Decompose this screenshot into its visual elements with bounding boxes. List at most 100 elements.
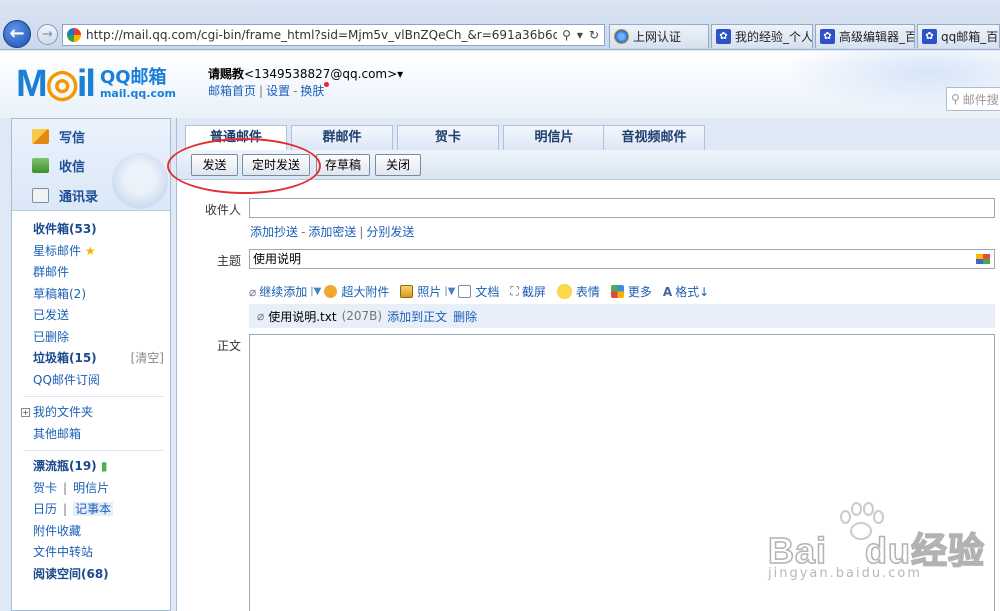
tab-group-mail[interactable]: 群邮件 bbox=[291, 125, 393, 150]
subject-input[interactable]: 使用说明 bbox=[249, 249, 995, 269]
browser-tab[interactable]: ✿ qq邮箱_百度 bbox=[917, 24, 1000, 48]
expand-icon[interactable]: + bbox=[21, 408, 30, 417]
document-button[interactable]: 文档 bbox=[458, 283, 499, 300]
user-name: 请赐教 bbox=[208, 67, 245, 81]
back-button[interactable]: ← bbox=[3, 20, 31, 48]
tab-postcard[interactable]: 明信片 bbox=[503, 125, 605, 150]
tab-normal-mail[interactable]: 普通邮件 bbox=[185, 125, 287, 151]
forward-button[interactable]: → bbox=[37, 24, 58, 45]
compose-toolbar: 发送 定时发送 存草稿 关闭 bbox=[177, 150, 1000, 180]
inbox-download-icon bbox=[32, 158, 49, 173]
scheduled-send-button[interactable]: 定时发送 bbox=[242, 154, 310, 176]
attachment-row: ⌀ 使用说明.txt (207B) 添加到正文 删除 bbox=[249, 304, 995, 328]
quick-actions: 写信 收信 通讯录 bbox=[12, 119, 170, 211]
postcard-link[interactable]: 明信片 bbox=[73, 481, 109, 495]
dropdown-icon[interactable]: ▾ bbox=[577, 28, 583, 42]
folder-inbox[interactable]: 收件箱(53) bbox=[33, 219, 170, 241]
to-label: 收件人 bbox=[204, 203, 241, 217]
refresh-icon[interactable]: ↻ bbox=[589, 28, 599, 42]
format-a-icon: A bbox=[662, 284, 673, 299]
folder-my-folders[interactable]: + 我的文件夹 bbox=[21, 402, 170, 424]
attachment-toolbar: ⌀ 继续添加 |▼ 超大附件 照片 |▼ 文档 ⛶ 截屏 表情 更多 A 格式↓ bbox=[249, 283, 720, 300]
folder-spam[interactable]: 垃圾箱(15) [清空] bbox=[33, 348, 170, 370]
folder-starred[interactable]: 星标邮件 ★ bbox=[33, 241, 170, 263]
settings-link[interactable]: 设置 bbox=[266, 84, 290, 98]
compose-panel: 普通邮件 群邮件 贺卡 明信片 音视频邮件 发送 定时发送 存草稿 关闭 收件人… bbox=[167, 118, 1000, 611]
add-cc-link[interactable]: 添加抄送 bbox=[250, 225, 298, 239]
compose-button[interactable]: 写信 bbox=[32, 127, 85, 146]
search-placeholder: 邮件搜 bbox=[962, 92, 999, 107]
tab-av-mail[interactable]: 音视频邮件 bbox=[603, 125, 705, 150]
folder-attachments[interactable]: 附件收藏 bbox=[33, 521, 170, 543]
apps-row-2: 日历 | 记事本 bbox=[33, 502, 114, 516]
greeting-card-link[interactable]: 贺卡 bbox=[33, 481, 57, 495]
search-icon: ⚲ bbox=[951, 92, 960, 106]
subject-label: 主题 bbox=[216, 254, 241, 268]
baidu-paw-icon: ✿ bbox=[716, 29, 731, 44]
delete-attachment-link[interactable]: 删除 bbox=[453, 308, 477, 325]
smiley-icon bbox=[556, 284, 572, 299]
change-skin-link[interactable]: 换肤 bbox=[300, 84, 324, 98]
address-controls[interactable]: ⚲ ▾ ↻ bbox=[557, 28, 604, 42]
compose-tabs: 普通邮件 群邮件 贺卡 明信片 音视频邮件 bbox=[177, 118, 1000, 151]
user-account[interactable]: 请赐教<1349538827@qq.com>▾ bbox=[208, 65, 403, 82]
receive-button[interactable]: 收信 bbox=[32, 156, 85, 175]
folder-other-mailbox[interactable]: 其他邮箱 bbox=[33, 424, 170, 446]
folder-deleted[interactable]: 已删除 bbox=[33, 327, 170, 349]
account-dropdown-icon[interactable]: ▾ bbox=[397, 67, 403, 81]
photo-button[interactable]: 照片 bbox=[400, 283, 441, 300]
body-label: 正文 bbox=[216, 339, 241, 353]
apps-row-1: 贺卡 | 明信片 bbox=[33, 480, 110, 495]
screenshot-button[interactable]: ⛶ 截屏 bbox=[510, 283, 545, 300]
mail-search-input[interactable]: ⚲ 邮件搜 bbox=[946, 87, 1000, 111]
logo-caption: QQ邮箱 mail.qq.com bbox=[100, 68, 176, 100]
mail-home-link[interactable]: 邮箱首页 bbox=[208, 84, 256, 98]
folder-subscriptions[interactable]: QQ邮件订阅 bbox=[33, 370, 170, 392]
logo-mail-text: M◎il bbox=[16, 63, 96, 105]
tab-greeting-card[interactable]: 贺卡 bbox=[397, 125, 499, 150]
paperclip-icon: ⌀ bbox=[257, 309, 265, 323]
emoji-button[interactable]: 表情 bbox=[556, 283, 600, 300]
format-button[interactable]: A 格式↓ bbox=[663, 283, 709, 300]
qq-favicon-icon bbox=[67, 28, 81, 42]
header-links: 邮箱首页 | 设置 - 换肤 bbox=[208, 82, 330, 99]
divider bbox=[23, 396, 164, 397]
large-attachment-icon bbox=[324, 285, 338, 298]
body-editor[interactable] bbox=[249, 334, 995, 611]
clear-spam-link[interactable]: [清空] bbox=[131, 348, 164, 370]
separate-send-link[interactable]: 分别发送 bbox=[366, 225, 414, 239]
folder-group-mail[interactable]: 群邮件 bbox=[33, 262, 170, 284]
more-button[interactable]: 更多 bbox=[610, 283, 652, 300]
folder-drift-bottle[interactable]: 漂流瓶(19) ▮ bbox=[33, 456, 170, 478]
large-attachment-button[interactable]: 超大附件 bbox=[324, 283, 389, 300]
close-button[interactable]: 关闭 bbox=[375, 154, 421, 176]
to-input[interactable] bbox=[249, 198, 995, 218]
address-bar[interactable]: http://mail.qq.com/cgi-bin/frame_html?si… bbox=[62, 24, 605, 46]
folder-sent[interactable]: 已发送 bbox=[33, 305, 170, 327]
calendar-link[interactable]: 日历 bbox=[33, 502, 57, 516]
attachment-name[interactable]: 使用说明.txt bbox=[268, 308, 336, 325]
add-to-body-link[interactable]: 添加到正文 bbox=[387, 308, 447, 325]
browser-tab[interactable]: ✿ 高级编辑器_百... bbox=[815, 24, 915, 48]
penguin-decoration bbox=[112, 153, 168, 209]
save-draft-button[interactable]: 存草稿 bbox=[316, 154, 370, 176]
contacts-label: 通讯录 bbox=[59, 190, 99, 205]
browser-tab[interactable]: 上网认证 bbox=[609, 24, 709, 48]
stationery-icon[interactable] bbox=[976, 254, 990, 264]
attachment-dropdown-icon[interactable]: |▼ bbox=[310, 286, 321, 297]
search-icon[interactable]: ⚲ bbox=[562, 28, 571, 42]
qq-mail-logo[interactable]: M◎il QQ邮箱 mail.qq.com bbox=[16, 65, 176, 103]
folder-drafts[interactable]: 草稿箱(2) bbox=[33, 284, 170, 306]
recipient-options: 添加抄送 - 添加密送 | 分别发送 bbox=[250, 225, 415, 239]
notebook-link[interactable]: 记事本 bbox=[73, 502, 114, 516]
send-button[interactable]: 发送 bbox=[191, 154, 238, 176]
add-attachment-button[interactable]: ⌀ 继续添加 bbox=[249, 283, 307, 300]
photo-dropdown-icon[interactable]: |▼ bbox=[444, 286, 455, 297]
crop-icon: ⛶ bbox=[510, 284, 519, 298]
folder-file-transfer[interactable]: 文件中转站 bbox=[33, 542, 170, 564]
baidu-paw-icon: ✿ bbox=[820, 29, 835, 44]
contacts-button[interactable]: 通讯录 bbox=[32, 186, 98, 205]
add-bcc-link[interactable]: 添加密送 bbox=[308, 225, 356, 239]
folder-reading-space[interactable]: 阅读空间(68) bbox=[33, 564, 170, 586]
browser-tab[interactable]: ✿ 我的经验_个人... bbox=[711, 24, 813, 48]
